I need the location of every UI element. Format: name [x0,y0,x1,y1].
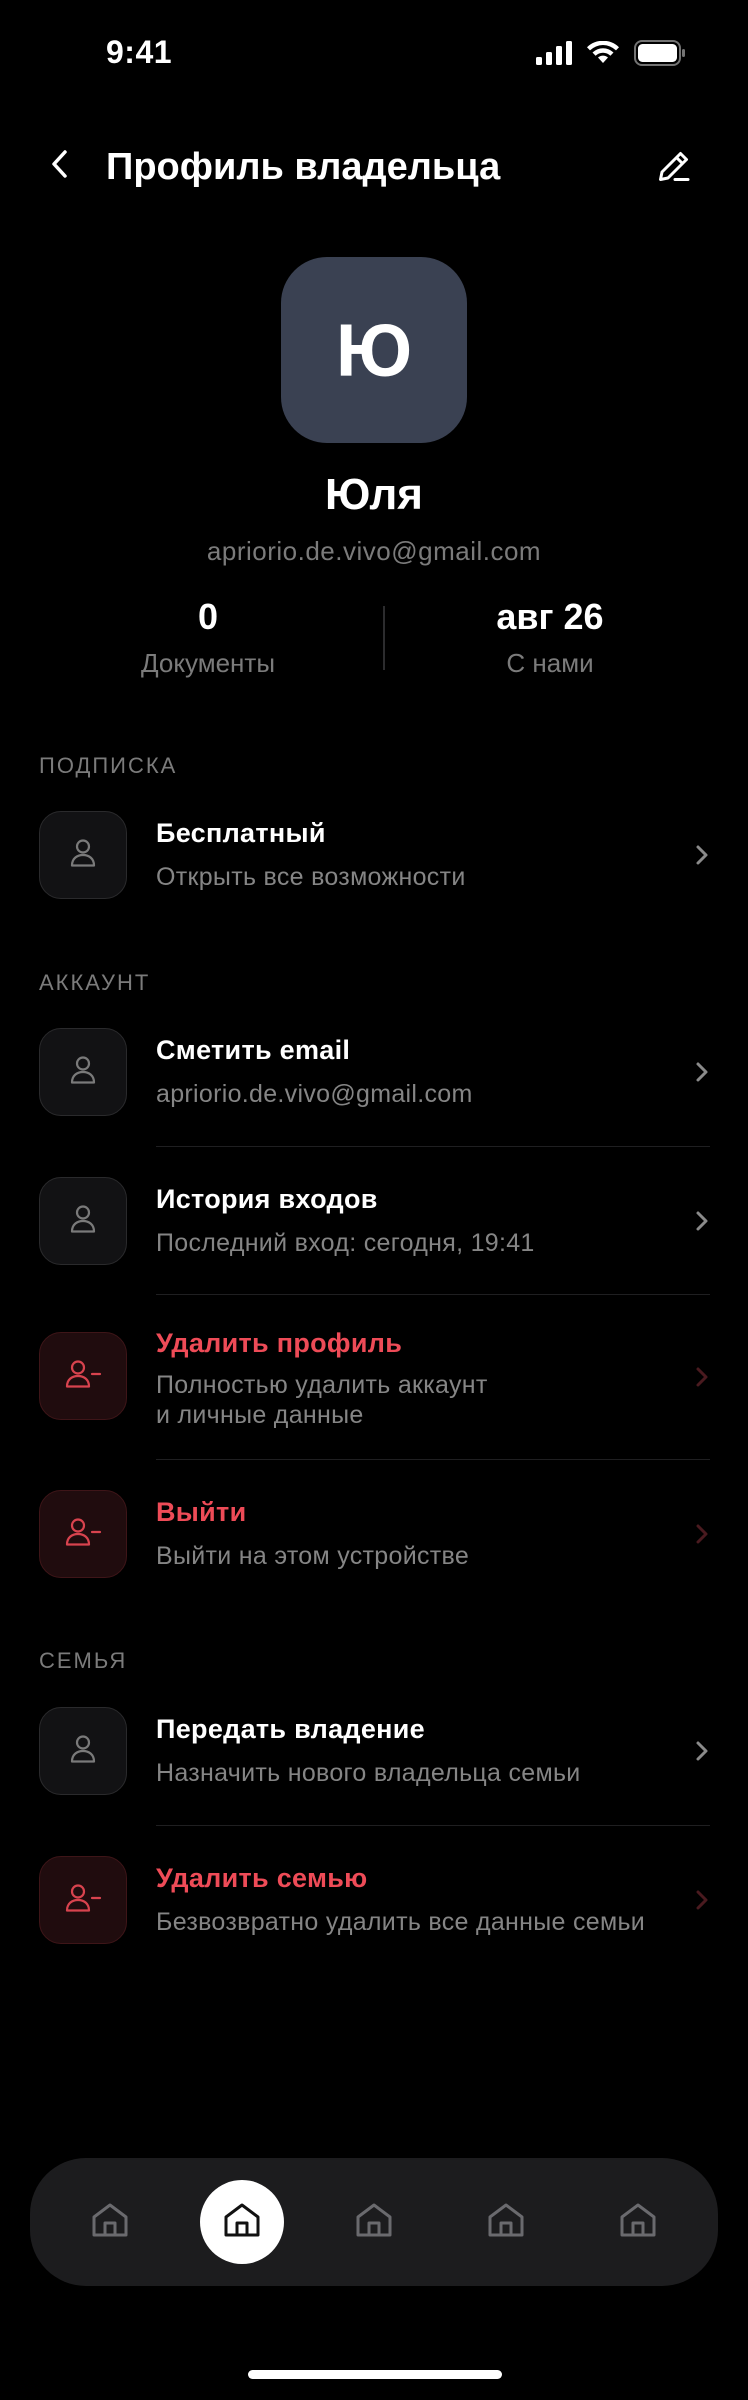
pencil-icon [655,147,693,190]
tab-bar [30,2158,718,2286]
row-subtitle: Выйти на этом устройстве [156,1542,470,1570]
row-title: Бесплатный [156,818,326,848]
row-icon-box [39,1707,127,1795]
row-divider [156,1294,710,1295]
row-title: Выйти [156,1497,247,1527]
chevron-right-icon [690,1522,714,1546]
user-remove-icon [63,1880,103,1921]
user-remove-icon [63,1356,103,1397]
user-icon [65,1731,101,1772]
row-subtitle: apriorio.de.vivo@gmail.com [156,1080,473,1108]
chevron-right-icon [690,1209,714,1233]
row-subtitle: Безвозвратно удалить все данные семьи [156,1908,646,1936]
home-icon [486,2200,526,2245]
home-icon [90,2200,130,2245]
avatar: Ю [281,257,467,443]
battery-icon [634,40,686,71]
row-icon-box [39,1028,127,1116]
chevron-right-icon [690,1888,714,1912]
row-title: История входов [156,1184,378,1214]
row-icon-box [39,811,127,899]
section-title-family: СЕМЬЯ [39,1648,128,1673]
stat-member-since-value: авг 26 [496,596,604,637]
status-time: 9:41 [106,34,173,70]
stat-documents-value: 0 [197,596,219,637]
tab-3[interactable] [332,2180,416,2264]
edit-button[interactable] [650,144,698,192]
stat-member-since-label: С нами [506,648,594,678]
row-divider [156,1825,710,1826]
chevron-right-icon [690,1365,714,1389]
user-icon [65,835,101,876]
home-indicator[interactable] [248,2370,502,2379]
row-icon-box [39,1332,127,1420]
profile-stats: 0 Документы авг 26 С нами [0,596,748,680]
profile-name: Юля [325,470,423,519]
status-bar: 9:41 [0,0,748,110]
user-remove-icon [63,1514,103,1555]
row-login-history[interactable]: История входов Последний вход: сегодня, … [0,1176,748,1266]
tab-5[interactable] [596,2180,680,2264]
tab-1[interactable] [68,2180,152,2264]
wifi-icon [586,40,620,70]
page-title: Профиль владельца [106,146,501,188]
section-title-account: АККАУНТ [39,970,151,995]
row-delete-profile[interactable]: Удалить профиль Полностью удалить аккаун… [0,1324,748,1432]
avatar-initial: Ю [335,308,413,392]
stat-documents: 0 Документы [78,596,338,679]
row-subtitle: Полностью удалить аккаунт и личные данны… [156,1371,488,1429]
row-subtitle: Назначить нового владельца семьи [156,1759,581,1787]
stats-divider [383,606,385,670]
home-icon [354,2200,394,2245]
row-subtitle: Последний вход: сегодня, 19:41 [156,1229,535,1257]
row-title: Удалить семью [156,1863,368,1893]
row-delete-family[interactable]: Удалить семью Безвозвратно удалить все д… [0,1855,748,1945]
chevron-right-icon [690,1739,714,1763]
chevron-left-icon [48,147,72,186]
back-button[interactable] [38,144,82,188]
stat-documents-label: Документы [140,648,276,678]
nav-header: Профиль владельца [0,130,748,210]
row-divider [156,1459,710,1460]
user-icon [65,1052,101,1093]
home-icon [222,2200,262,2245]
user-icon [65,1201,101,1242]
row-icon-box [39,1177,127,1265]
row-title: Передать владение [156,1714,425,1744]
row-title: Сметить email [156,1035,351,1065]
row-divider [156,1146,710,1147]
profile-email: apriorio.de.vivo@gmail.com [206,536,542,566]
cellular-signal-icon [536,41,572,70]
home-icon [618,2200,658,2245]
status-icons [536,40,686,71]
tab-4[interactable] [464,2180,548,2264]
row-title: Удалить профиль [156,1328,403,1358]
stat-member-since: авг 26 С нами [420,596,680,679]
row-transfer-ownership[interactable]: Передать владение Назначить нового владе… [0,1706,748,1796]
row-icon-box [39,1856,127,1944]
row-logout[interactable]: Выйти Выйти на этом устройстве [0,1489,748,1579]
tab-2-active[interactable] [200,2180,284,2264]
row-subtitle: Открыть все возможности [156,863,466,891]
row-change-email[interactable]: Сметить email apriorio.de.vivo@gmail.com [0,1027,748,1117]
chevron-right-icon [690,1060,714,1084]
row-subscription-plan[interactable]: Бесплатный Открыть все возможности [0,810,748,900]
row-icon-box [39,1490,127,1578]
section-title-subscription: ПОДПИСКА [39,753,178,778]
chevron-right-icon [690,843,714,867]
